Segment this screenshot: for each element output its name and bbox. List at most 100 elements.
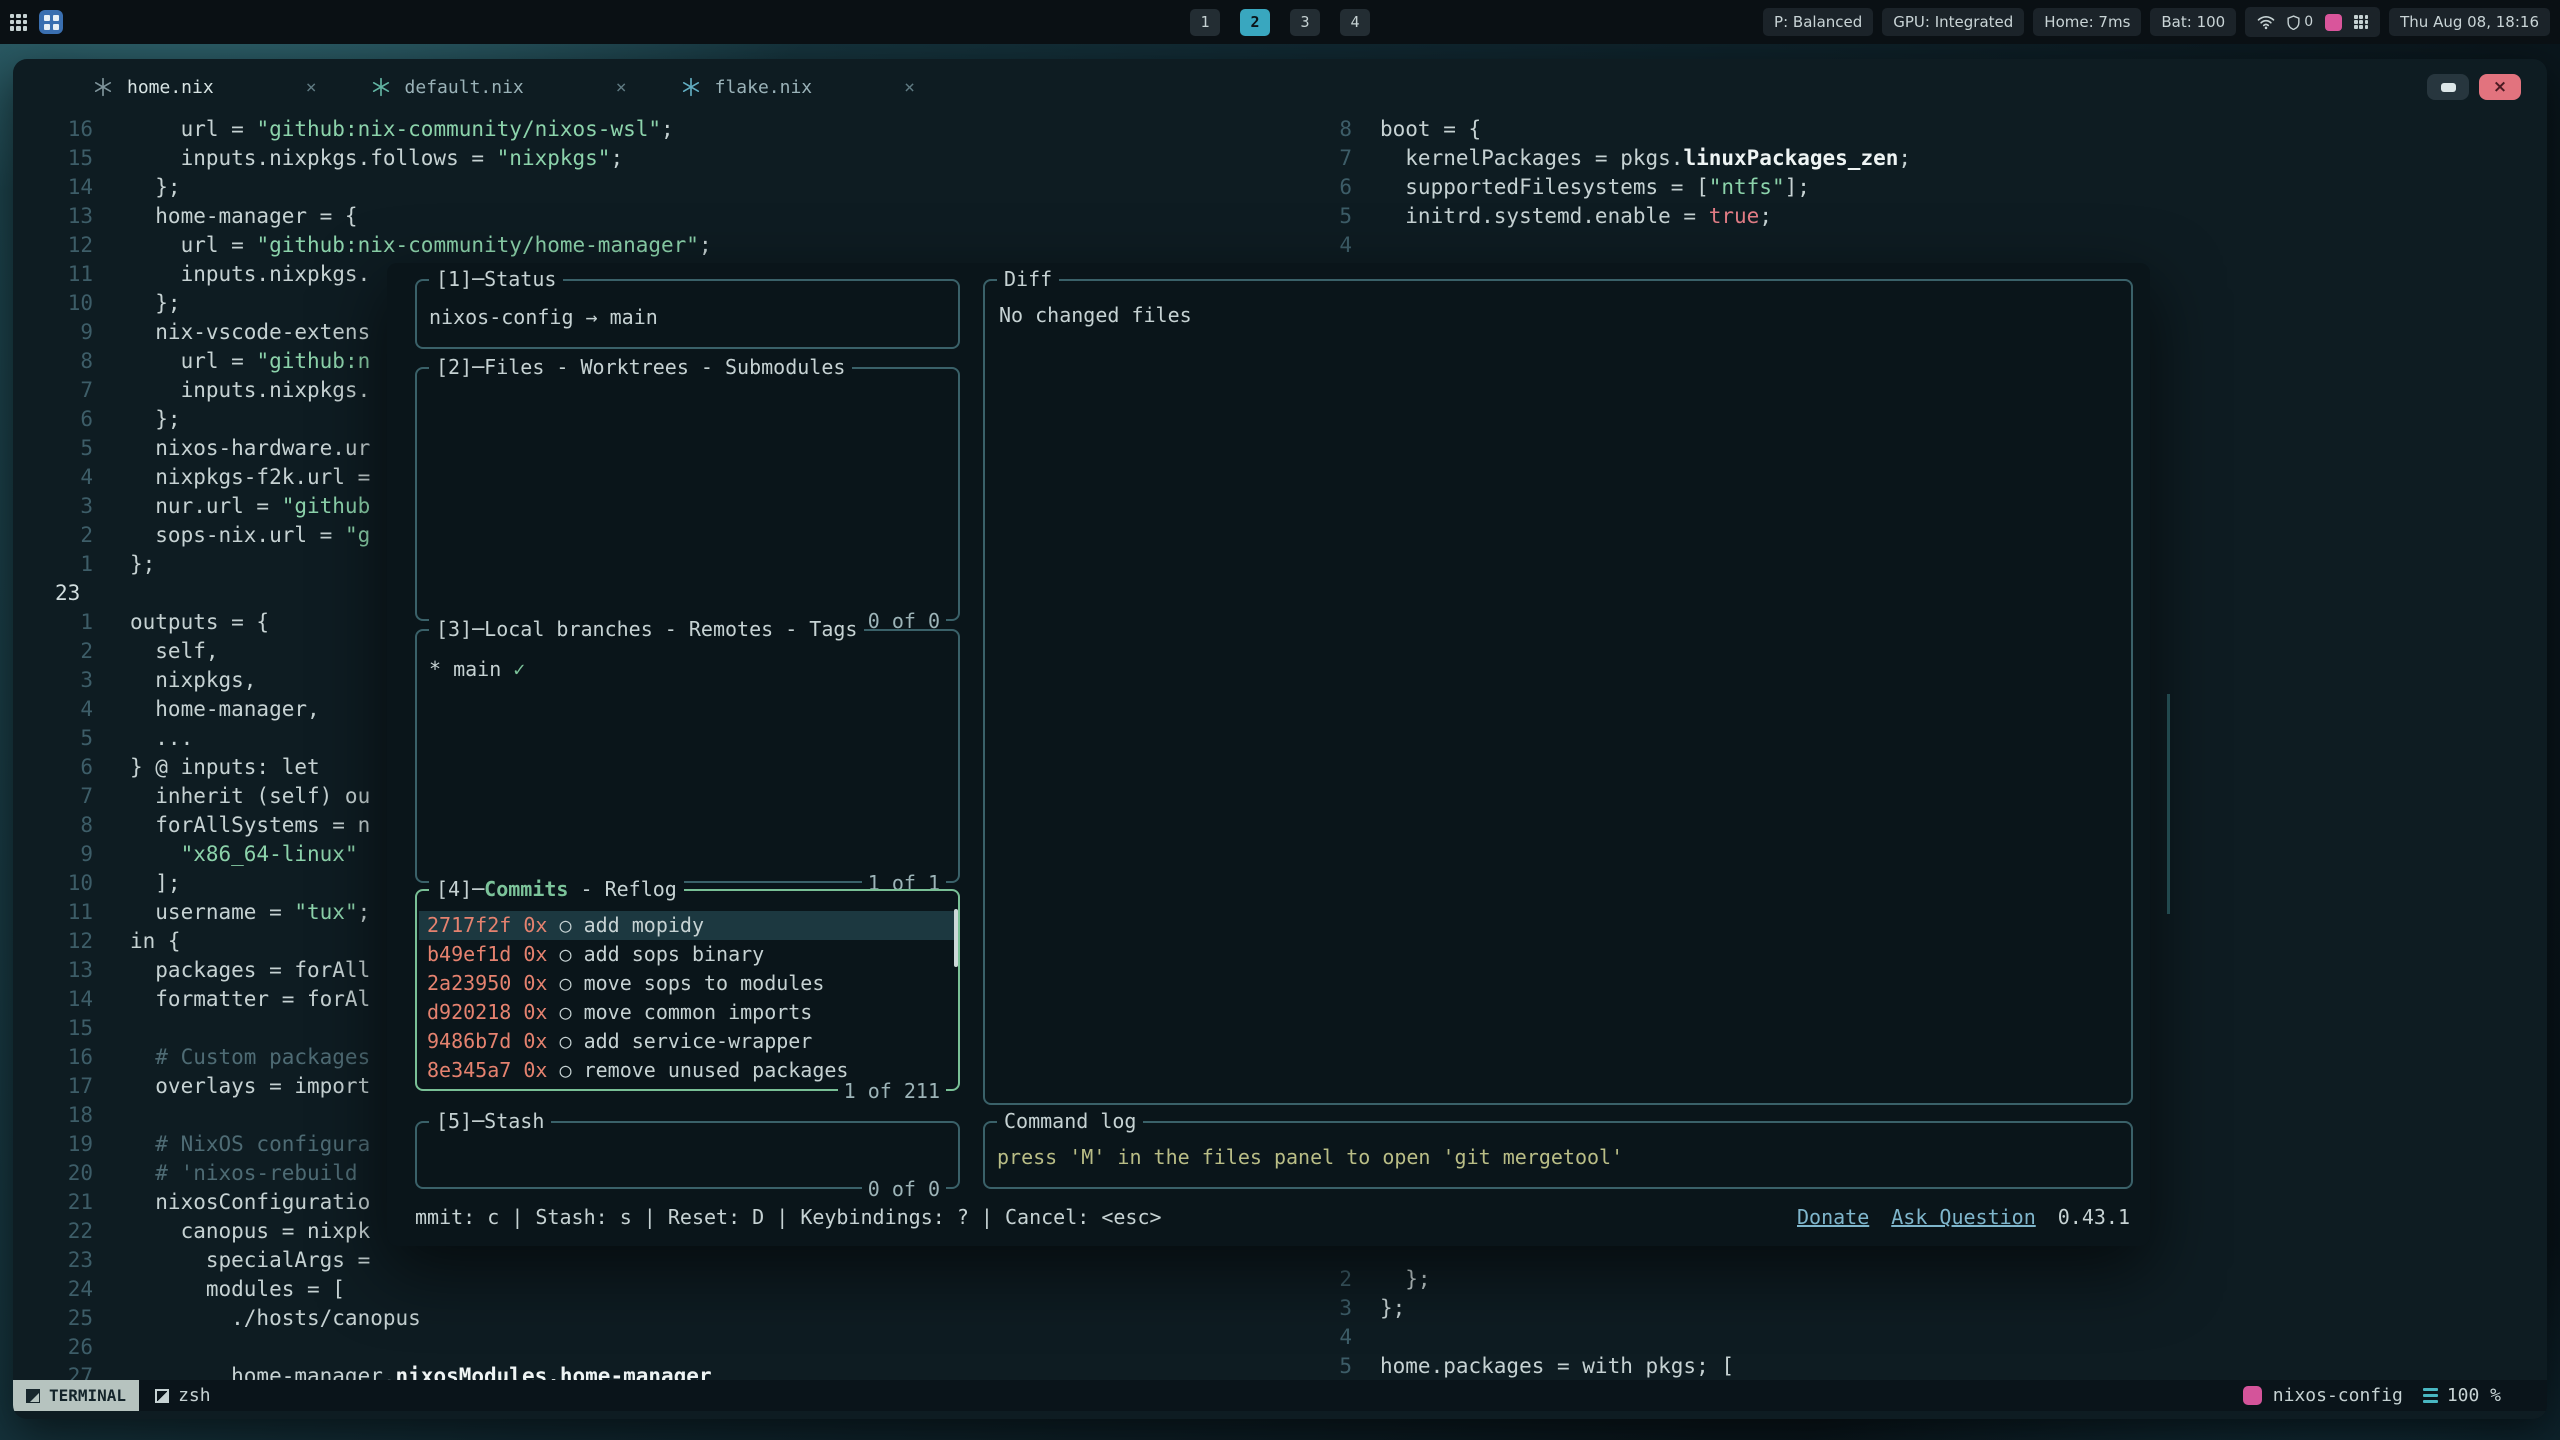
lazygit-popup: [1]─Status nixos-config → main [2]─Files…: [387, 263, 2150, 1246]
lazygit-status-panel[interactable]: [1]─Status nixos-config → main: [415, 279, 960, 349]
app-launcher-icon[interactable]: [10, 14, 27, 31]
diff-content: No changed files: [985, 281, 2131, 327]
code-line: 24 modules = [: [13, 1275, 1343, 1304]
panel-count: 1 of 211: [838, 1079, 946, 1103]
line-number: 10: [13, 869, 93, 898]
workspace-1[interactable]: 1: [1190, 9, 1220, 36]
lazygit-branches-panel[interactable]: [3]─Local branches - Remotes - Tags * ma…: [415, 629, 960, 883]
line-number: 2: [13, 637, 93, 666]
line-number: 6: [13, 405, 93, 434]
line-number: 5: [13, 724, 93, 753]
shell-tab[interactable]: zsh: [139, 1385, 227, 1406]
line-number: 9: [13, 840, 93, 869]
line-number: 1: [13, 550, 93, 579]
line-number: 3: [13, 666, 93, 695]
lazygit-stash-panel[interactable]: [5]─Stash 0 of 0: [415, 1121, 960, 1189]
workspace-2[interactable]: 2: [1240, 9, 1270, 36]
code-line: 8boot = {: [1321, 115, 1911, 144]
battery-indicator: Bat: 100: [2150, 8, 2236, 36]
line-number: 14: [13, 173, 93, 202]
line-number: 5: [1321, 1352, 1352, 1380]
workspace-4[interactable]: 4: [1340, 9, 1370, 36]
line-number: 9: [13, 318, 93, 347]
lazygit-diff-panel[interactable]: Diff No changed files: [983, 279, 2133, 1105]
commit-row[interactable]: 2717f2f 0x ○ add mopidy: [419, 911, 956, 940]
line-number: 7: [1321, 144, 1352, 173]
commit-list: 2717f2f 0x ○ add mopidyb49ef1d 0x ○ add …: [419, 911, 956, 1085]
line-number: 6: [13, 753, 93, 782]
line-number: 13: [13, 202, 93, 231]
lazygit-command-log-panel[interactable]: Command log press 'M' in the files panel…: [983, 1121, 2133, 1189]
session-icon: [2243, 1386, 2262, 1405]
tray-grid-icon[interactable]: [2354, 15, 2368, 29]
line-number: 10: [13, 289, 93, 318]
commit-row[interactable]: 9486b7d 0x ○ add service-wrapper: [419, 1027, 956, 1056]
wifi-icon[interactable]: [2257, 15, 2275, 30]
donate-link[interactable]: Donate: [1797, 1205, 1869, 1229]
line-number: 17: [13, 1072, 93, 1101]
commits-scrollbar[interactable]: [954, 909, 958, 967]
session-indicator: nixos-config: [2243, 1385, 2403, 1406]
gpu-indicator: GPU: Integrated: [1882, 8, 2024, 36]
code-line: 5home.packages = with pkgs; [: [1321, 1352, 1734, 1380]
panel-count: 0 of 0: [862, 1177, 946, 1201]
line-number: 15: [13, 144, 93, 173]
code-line: 2 };: [1321, 1265, 1734, 1294]
line-number: 3: [13, 492, 93, 521]
line-number: 4: [13, 695, 93, 724]
lazygit-commits-panel[interactable]: [4]─Commits - Reflog 2717f2f 0x ○ add mo…: [415, 889, 960, 1091]
panel-title: [2]─Files - Worktrees - Submodules: [429, 355, 852, 379]
code-line: 4: [1321, 1323, 1734, 1352]
editor-pane-right-bottom[interactable]: 2 };3};45home.packages = with pkgs; [: [1321, 1265, 1734, 1380]
top-bar: 1 2 3 4 P: Balanced GPU: Integrated Home…: [0, 0, 2560, 44]
line-number: 11: [13, 260, 93, 289]
line-number: 14: [13, 985, 93, 1014]
lazygit-files-panel[interactable]: [2]─Files - Worktrees - Submodules 0 of …: [415, 367, 960, 621]
panel-title: [3]─Local branches - Remotes - Tags: [429, 617, 864, 641]
line-number: 19: [13, 1130, 93, 1159]
editor-area: 16 url = "github:nix-community/nixos-wsl…: [13, 59, 2547, 1380]
line-number: 18: [13, 1101, 93, 1130]
tray-app-icon[interactable]: [2325, 14, 2342, 31]
code-line: 14 };: [13, 173, 1343, 202]
code-line: 23 specialArgs =: [13, 1246, 1343, 1275]
line-number: 4: [1321, 1323, 1352, 1352]
shell-tab-label: zsh: [178, 1385, 211, 1406]
line-number: 11: [13, 898, 93, 927]
command-log-content: press 'M' in the files panel to open 'gi…: [985, 1123, 2131, 1169]
pane-scrollbar: [2167, 694, 2170, 914]
shield-icon[interactable]: [2287, 15, 2300, 30]
line-number: 7: [13, 376, 93, 405]
workspace-3[interactable]: 3: [1290, 9, 1320, 36]
code-line: 3};: [1321, 1294, 1734, 1323]
line-number: 21: [13, 1188, 93, 1217]
lazygit-version: 0.43.1: [2058, 1205, 2130, 1229]
line-number: 8: [13, 347, 93, 376]
line-number: 2: [13, 521, 93, 550]
line-number: 23: [13, 1246, 93, 1275]
mode-badge: TERMINAL: [13, 1380, 139, 1411]
ask-question-link[interactable]: Ask Question: [1891, 1205, 2036, 1229]
commit-row[interactable]: b49ef1d 0x ○ add sops binary: [419, 940, 956, 969]
code-line: 26: [13, 1333, 1343, 1362]
app-logo-icon[interactable]: [39, 10, 63, 34]
shield-count: 0: [2304, 14, 2313, 30]
line-number: 25: [13, 1304, 93, 1333]
code-line: 12 url = "github:nix-community/home-mana…: [13, 231, 1343, 260]
system-tray: 0: [2245, 7, 2380, 37]
line-number: 7: [13, 782, 93, 811]
desktop: { "topbar": { "workspaces": ["1","2","3"…: [0, 0, 2560, 1440]
latency-indicator: Home: 7ms: [2033, 8, 2141, 36]
commit-row[interactable]: d920218 0x ○ move common imports: [419, 998, 956, 1027]
percent-indicator: 100 %: [2423, 1385, 2501, 1406]
power-profile-indicator[interactable]: P: Balanced: [1763, 8, 1873, 36]
editor-pane-right-top[interactable]: 8boot = {7 kernelPackages = pkgs.linuxPa…: [1321, 115, 1911, 260]
keybindings-hint: mmit: c | Stash: s | Reset: D | Keybindi…: [415, 1205, 1162, 1229]
line-number: 4: [1321, 231, 1352, 260]
clock: Thu Aug 08, 18:16: [2389, 8, 2550, 36]
check-icon: ✓: [513, 657, 525, 681]
code-line: 25 ./hosts/canopus: [13, 1304, 1343, 1333]
commit-row[interactable]: 2a23950 0x ○ move sops to modules: [419, 969, 956, 998]
line-number: 22: [13, 1217, 93, 1246]
panel-title: Diff: [997, 267, 1059, 291]
